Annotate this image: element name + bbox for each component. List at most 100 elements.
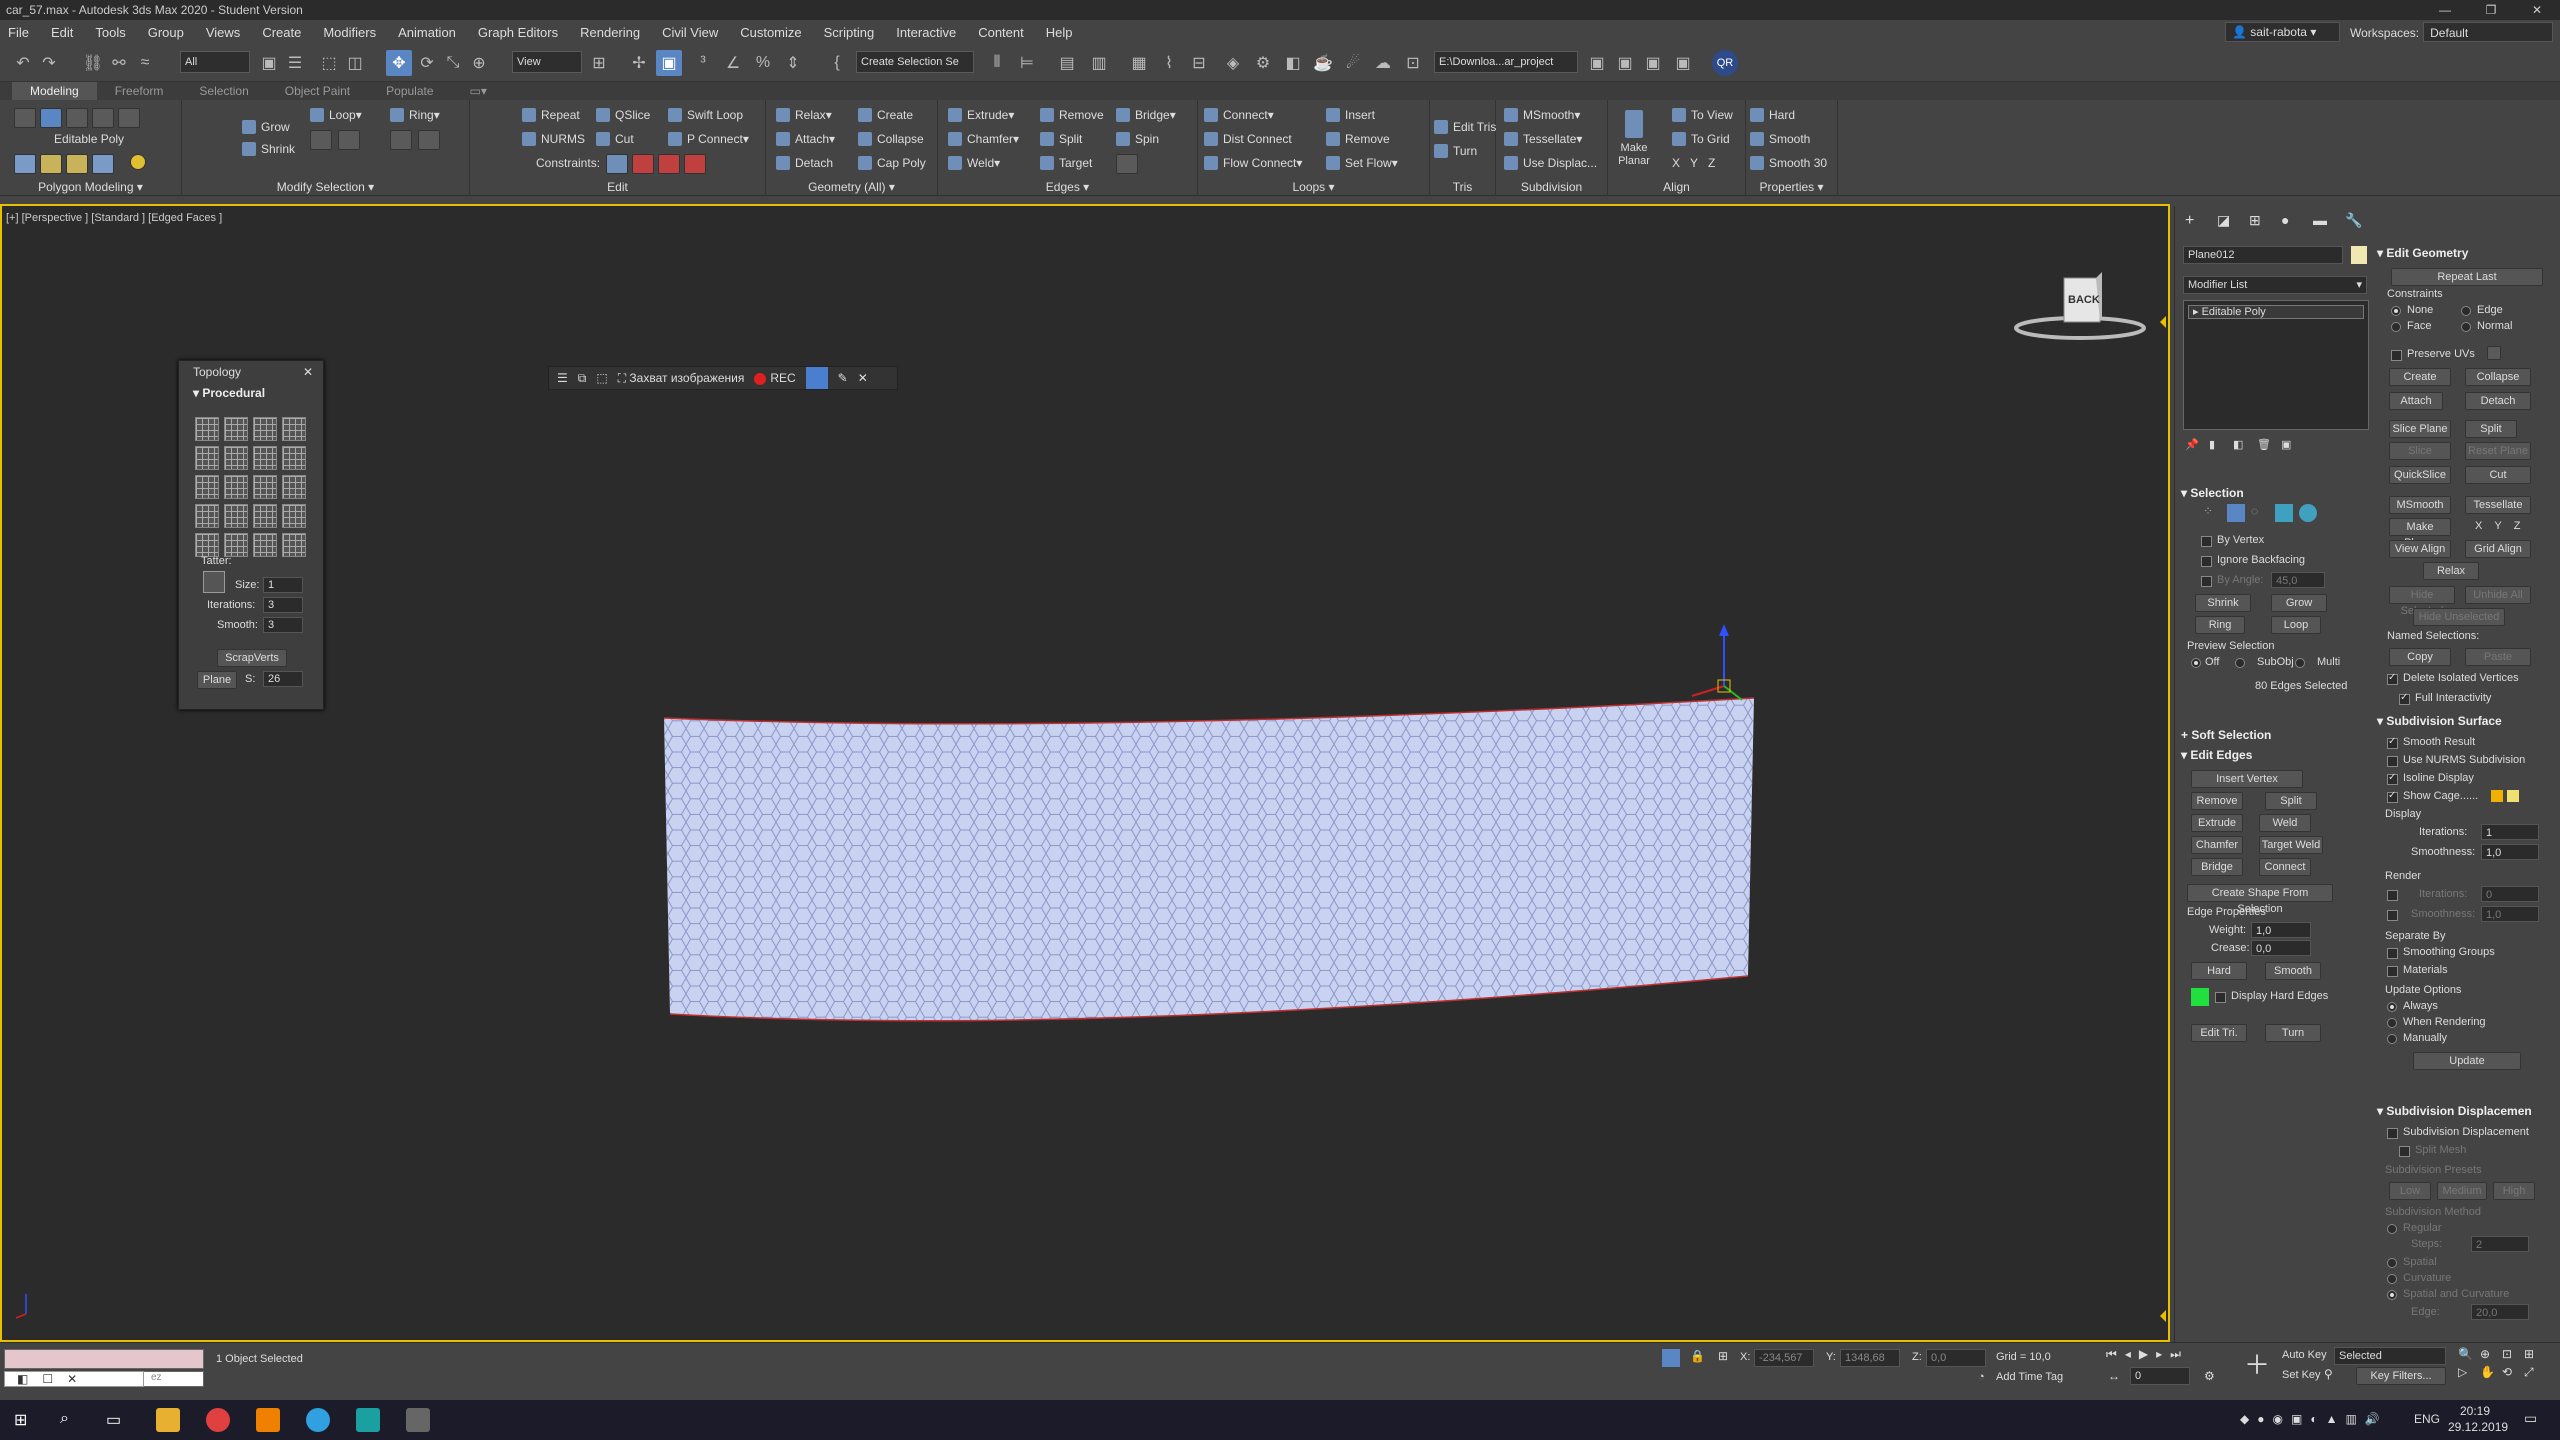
cap-poly-button[interactable]: Cap Poly (858, 156, 926, 170)
restore-icon[interactable]: ❐ (2468, 0, 2514, 20)
show-end-result-icon[interactable] (130, 154, 146, 170)
constraint-edge-icon[interactable] (632, 154, 654, 174)
topology-pattern[interactable] (282, 533, 306, 557)
cut-button[interactable]: Cut (596, 132, 634, 146)
edit-geometry-rollout-header[interactable]: ▾ Edit Geometry (2377, 246, 2468, 260)
open-explorer-icon[interactable]: ▣ (1612, 50, 1638, 76)
connect-button[interactable]: Connect ▾ (1204, 108, 1274, 122)
render-production-icon[interactable]: ☕ (1310, 50, 1336, 76)
tray-icon-6[interactable]: ▲ (2326, 1412, 2338, 1426)
method-regular-radio[interactable] (2387, 1224, 2397, 1234)
topology-pattern[interactable] (195, 533, 219, 557)
topology-pattern[interactable] (282, 504, 306, 528)
topology-pattern[interactable] (282, 446, 306, 470)
constraint-normal-radio[interactable] (2461, 322, 2471, 332)
topology-pattern[interactable] (224, 417, 248, 441)
edge-spinner[interactable]: 20,0 (2471, 1304, 2529, 1320)
loop-button[interactable]: Loop ▾ (310, 108, 362, 122)
clock-date[interactable]: 29.12.2019 (2448, 1420, 2508, 1434)
repeat-button[interactable]: Repeat (522, 108, 580, 122)
preview-subobj-radio[interactable] (2235, 658, 2245, 668)
create-button[interactable]: Create (858, 108, 913, 122)
constraint-edge-radio[interactable] (2461, 306, 2471, 316)
goto-end-icon[interactable]: ⏭ (2170, 1347, 2181, 1362)
preset-high-button[interactable]: High (2493, 1182, 2535, 1200)
by-angle-checkbox[interactable] (2201, 576, 2212, 587)
viewport-perspective[interactable]: BACK (0, 204, 2170, 1342)
goto-start-icon[interactable]: ⏮ (2106, 1347, 2117, 1362)
modify-tab-icon[interactable]: ◪ (2217, 212, 2230, 229)
render-smoothness-spinner[interactable]: 1,0 (2481, 906, 2539, 922)
grow-button[interactable]: Grow (2271, 594, 2327, 612)
properties-label[interactable]: Properties ▾ (1746, 180, 1837, 194)
set-key-button[interactable]: Set Key (2282, 1369, 2321, 1381)
window-icon[interactable]: ⧉ (578, 371, 587, 386)
project-folder-dropdown[interactable]: E:\Downloa...ar_project (1434, 51, 1578, 73)
viewport-label[interactable]: [+] [Perspective ] [Standard ] [Edged Fa… (0, 210, 2170, 226)
toggle-ribbon-icon[interactable]: ▦ (1126, 50, 1152, 76)
zoom-extents-all-icon[interactable]: ⊞ (2524, 1347, 2546, 1361)
show-cage-checkbox[interactable] (2387, 790, 2398, 803)
topology-pattern[interactable] (253, 446, 277, 470)
project-folder-icon[interactable]: ▣ (1584, 50, 1610, 76)
stack-icon-1[interactable] (14, 154, 36, 174)
tessellate-button[interactable]: Tessellate ▾ (1504, 132, 1582, 146)
turn-button[interactable]: Turn (1434, 144, 1477, 158)
planar-z[interactable]: Z (2514, 520, 2521, 532)
hard-edge-color-swatch[interactable] (2191, 988, 2209, 1006)
stack-icon-4[interactable] (92, 154, 114, 174)
tray-icon-3[interactable]: ◉ (2272, 1412, 2282, 1426)
create-tab-icon[interactable]: + (2185, 212, 2194, 230)
ignore-backfacing-checkbox[interactable] (2201, 556, 2212, 567)
shrink-button[interactable]: Shrink (2195, 594, 2251, 612)
create-shape-button[interactable]: Create Shape From Selection (2187, 884, 2333, 915)
crease-spinner[interactable]: 0,0 (2251, 940, 2311, 956)
clock-time[interactable]: 20:19 (2460, 1404, 2490, 1418)
hierarchy-tab-icon[interactable]: ⊞ (2249, 212, 2261, 229)
windows-start-icon[interactable]: ⊞ (14, 1410, 27, 1430)
modifier-list-dropdown[interactable]: Modifier List ▾ (2183, 276, 2367, 294)
constraint-face-icon[interactable] (658, 154, 680, 174)
menu-scripting[interactable]: Scripting (824, 25, 875, 40)
key-filters-button[interactable]: Key Filters... (2356, 1367, 2446, 1385)
set-flow-button[interactable]: Set Flow ▾ (1326, 156, 1398, 170)
display-tab-icon[interactable]: ▬ (2313, 212, 2327, 228)
grow-button[interactable]: Grow (242, 120, 290, 134)
isolate-selection-icon[interactable] (1662, 1349, 1680, 1367)
region-icon[interactable]: ⬚ (596, 371, 607, 385)
y-coordinate-field[interactable]: 1348,68 (1840, 1349, 1900, 1367)
attach-button[interactable]: Attach (2389, 392, 2443, 410)
polygon-modeling-label[interactable]: Polygon Modeling ▾ (0, 180, 181, 194)
render-iterative-icon[interactable]: ☄ (1340, 50, 1366, 76)
flow-connect-button[interactable]: Flow Connect ▾ (1204, 156, 1302, 170)
select-object-icon[interactable]: ▣ (256, 50, 282, 76)
quickslice-button[interactable]: QuickSlice (2389, 466, 2451, 484)
close-icon[interactable]: ✕ (2514, 0, 2560, 20)
menu-modifiers[interactable]: Modifiers (323, 25, 376, 40)
menu-tools[interactable]: Tools (95, 25, 125, 40)
constraint-none-radio[interactable] (2391, 306, 2401, 316)
render-cloud-icon[interactable]: ☁ (1370, 50, 1396, 76)
material-editor-icon[interactable]: ◈ (1220, 50, 1246, 76)
bridge-button[interactable]: Bridge (2191, 858, 2243, 876)
hide-selected-button[interactable]: Hide Selected (2389, 586, 2455, 617)
view-align-button[interactable]: View Align (2389, 540, 2451, 558)
edge-mode-icon[interactable] (40, 108, 62, 128)
remove-modifier-icon[interactable]: 🗑 (2257, 438, 2271, 451)
make-unique-icon[interactable]: ◧ (2233, 438, 2243, 451)
zoom-extents-icon[interactable]: ⊡ (2502, 1347, 2524, 1361)
topology-pattern[interactable] (253, 417, 277, 441)
update-manually-radio[interactable] (2387, 1034, 2397, 1044)
smooth-spinner[interactable]: 3 (263, 617, 303, 633)
topology-pattern[interactable] (195, 417, 219, 441)
stack-icon-2[interactable] (40, 154, 62, 174)
planar-z-button[interactable]: Z (1708, 156, 1715, 170)
ribbon-options-icon[interactable]: ▭▾ (452, 82, 505, 100)
rec-button[interactable]: REC (754, 371, 796, 385)
cage-color-2[interactable] (2507, 790, 2519, 802)
select-scale-icon[interactable]: ⤡ (440, 50, 466, 76)
insert-vertex-button[interactable]: Insert Vertex (2191, 770, 2303, 788)
polygon-mode-icon[interactable] (92, 108, 114, 128)
notification-icon[interactable]: ▭ (2524, 1410, 2537, 1427)
spin-button[interactable]: Spin (1116, 132, 1159, 146)
